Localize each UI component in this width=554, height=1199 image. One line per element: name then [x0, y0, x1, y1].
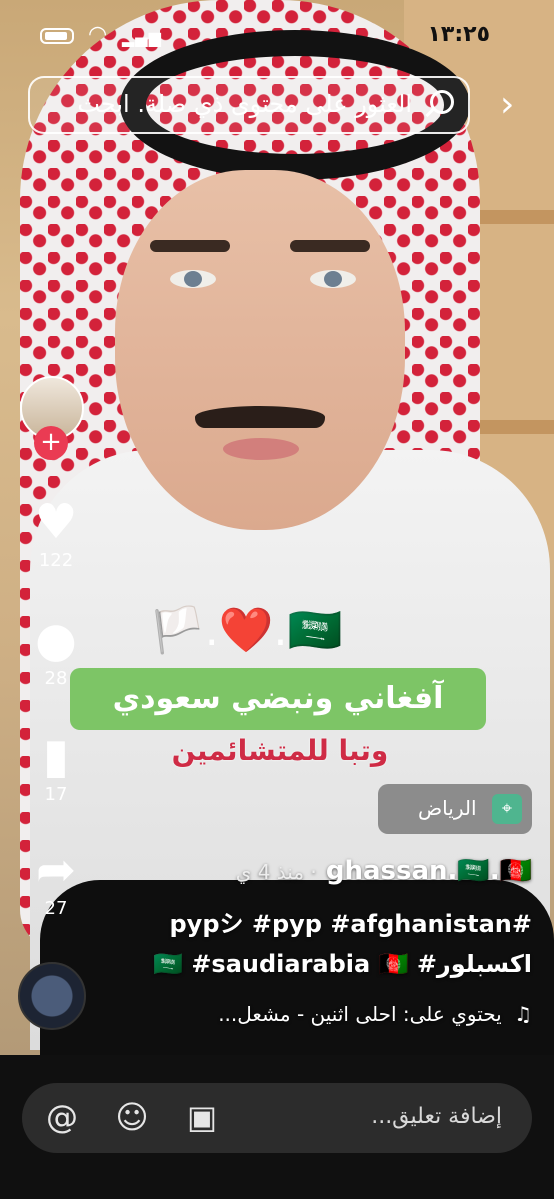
search-icon[interactable] — [430, 90, 454, 114]
right-brow — [290, 240, 370, 252]
lips — [223, 438, 299, 460]
mustache — [195, 406, 325, 428]
video-caption-main: آفغاني ونبضي سعودي — [70, 668, 486, 730]
at-icon[interactable]: @ — [42, 1097, 82, 1137]
battery-icon — [40, 28, 74, 44]
hashtags-line-1[interactable]: #pypシ #pyp #afghanistan — [170, 904, 533, 939]
chevron-right-icon[interactable]: › — [500, 84, 514, 125]
post-time: منذ 4 ي — [235, 860, 305, 884]
left-brow — [150, 240, 230, 252]
bookmark-icon: ▮ — [42, 728, 70, 784]
comment-icon: ● — [35, 612, 77, 668]
face — [115, 170, 405, 530]
save-count: 17 — [44, 784, 68, 805]
share-button[interactable]: ➦ 27 — [24, 842, 88, 919]
comment-input-box[interactable]: إضافة تعليق... ▣ ☺ @ — [22, 1083, 532, 1153]
wifi-icon: ◠ — [88, 22, 108, 47]
share-count: 27 — [44, 898, 68, 919]
right-eye — [310, 270, 356, 288]
signal-icon: ▂▄▆ — [122, 28, 162, 47]
video-caption-sub: وتبا للمتشائمين — [171, 734, 389, 767]
like-count: 122 — [38, 550, 74, 571]
like-button[interactable]: ♥ 122 — [24, 494, 88, 571]
comment-input[interactable]: إضافة تعليق... — [371, 1104, 502, 1129]
hashtags-line-2[interactable]: اكسبلور# 🇸🇦 #saudiarabia 🇦🇫 — [153, 950, 532, 978]
left-eye — [170, 270, 216, 288]
username[interactable]: ghassan.🇸🇦.🇦🇫 — [326, 856, 532, 886]
search-input[interactable]: العثور على محتوى ذي صلة. ابحث — [77, 90, 412, 118]
emoji-icon[interactable]: ☺ — [112, 1097, 152, 1137]
music-note-icon: ♫ — [514, 1002, 532, 1026]
follow-plus-icon[interactable]: + — [34, 426, 68, 460]
status-bar: ◠ ▂▄▆ ١٣:٢٥ — [0, 0, 554, 66]
share-icon: ➦ — [35, 842, 77, 898]
image-icon[interactable]: ▣ — [182, 1097, 222, 1137]
location-pin-icon: ⌖ — [492, 794, 522, 824]
emoji-overlay: 🏳️.❤️.🇸🇦 — [150, 605, 343, 656]
location-label: الرياض — [418, 796, 477, 820]
music-album-disc[interactable] — [18, 962, 86, 1030]
post-meta: ghassan.🇸🇦.🇦🇫 · منذ 4 ي — [235, 856, 532, 886]
search-bar[interactable]: العثور على محتوى ذي صلة. ابحث — [28, 76, 470, 134]
music-title: يحتوي على: احلى اثنين - مشعل... — [218, 1002, 502, 1026]
location-chip[interactable]: الرياض ⌖ — [378, 784, 532, 834]
save-button[interactable]: ▮ 17 — [24, 728, 88, 805]
bottom-bar: إضافة تعليق... ▣ ☺ @ — [0, 1055, 554, 1199]
status-time: ١٣:٢٥ — [427, 22, 490, 47]
heart-icon: ♥ — [34, 494, 78, 550]
music-info[interactable]: ♫ يحتوي على: احلى اثنين - مشعل... — [218, 1002, 532, 1026]
